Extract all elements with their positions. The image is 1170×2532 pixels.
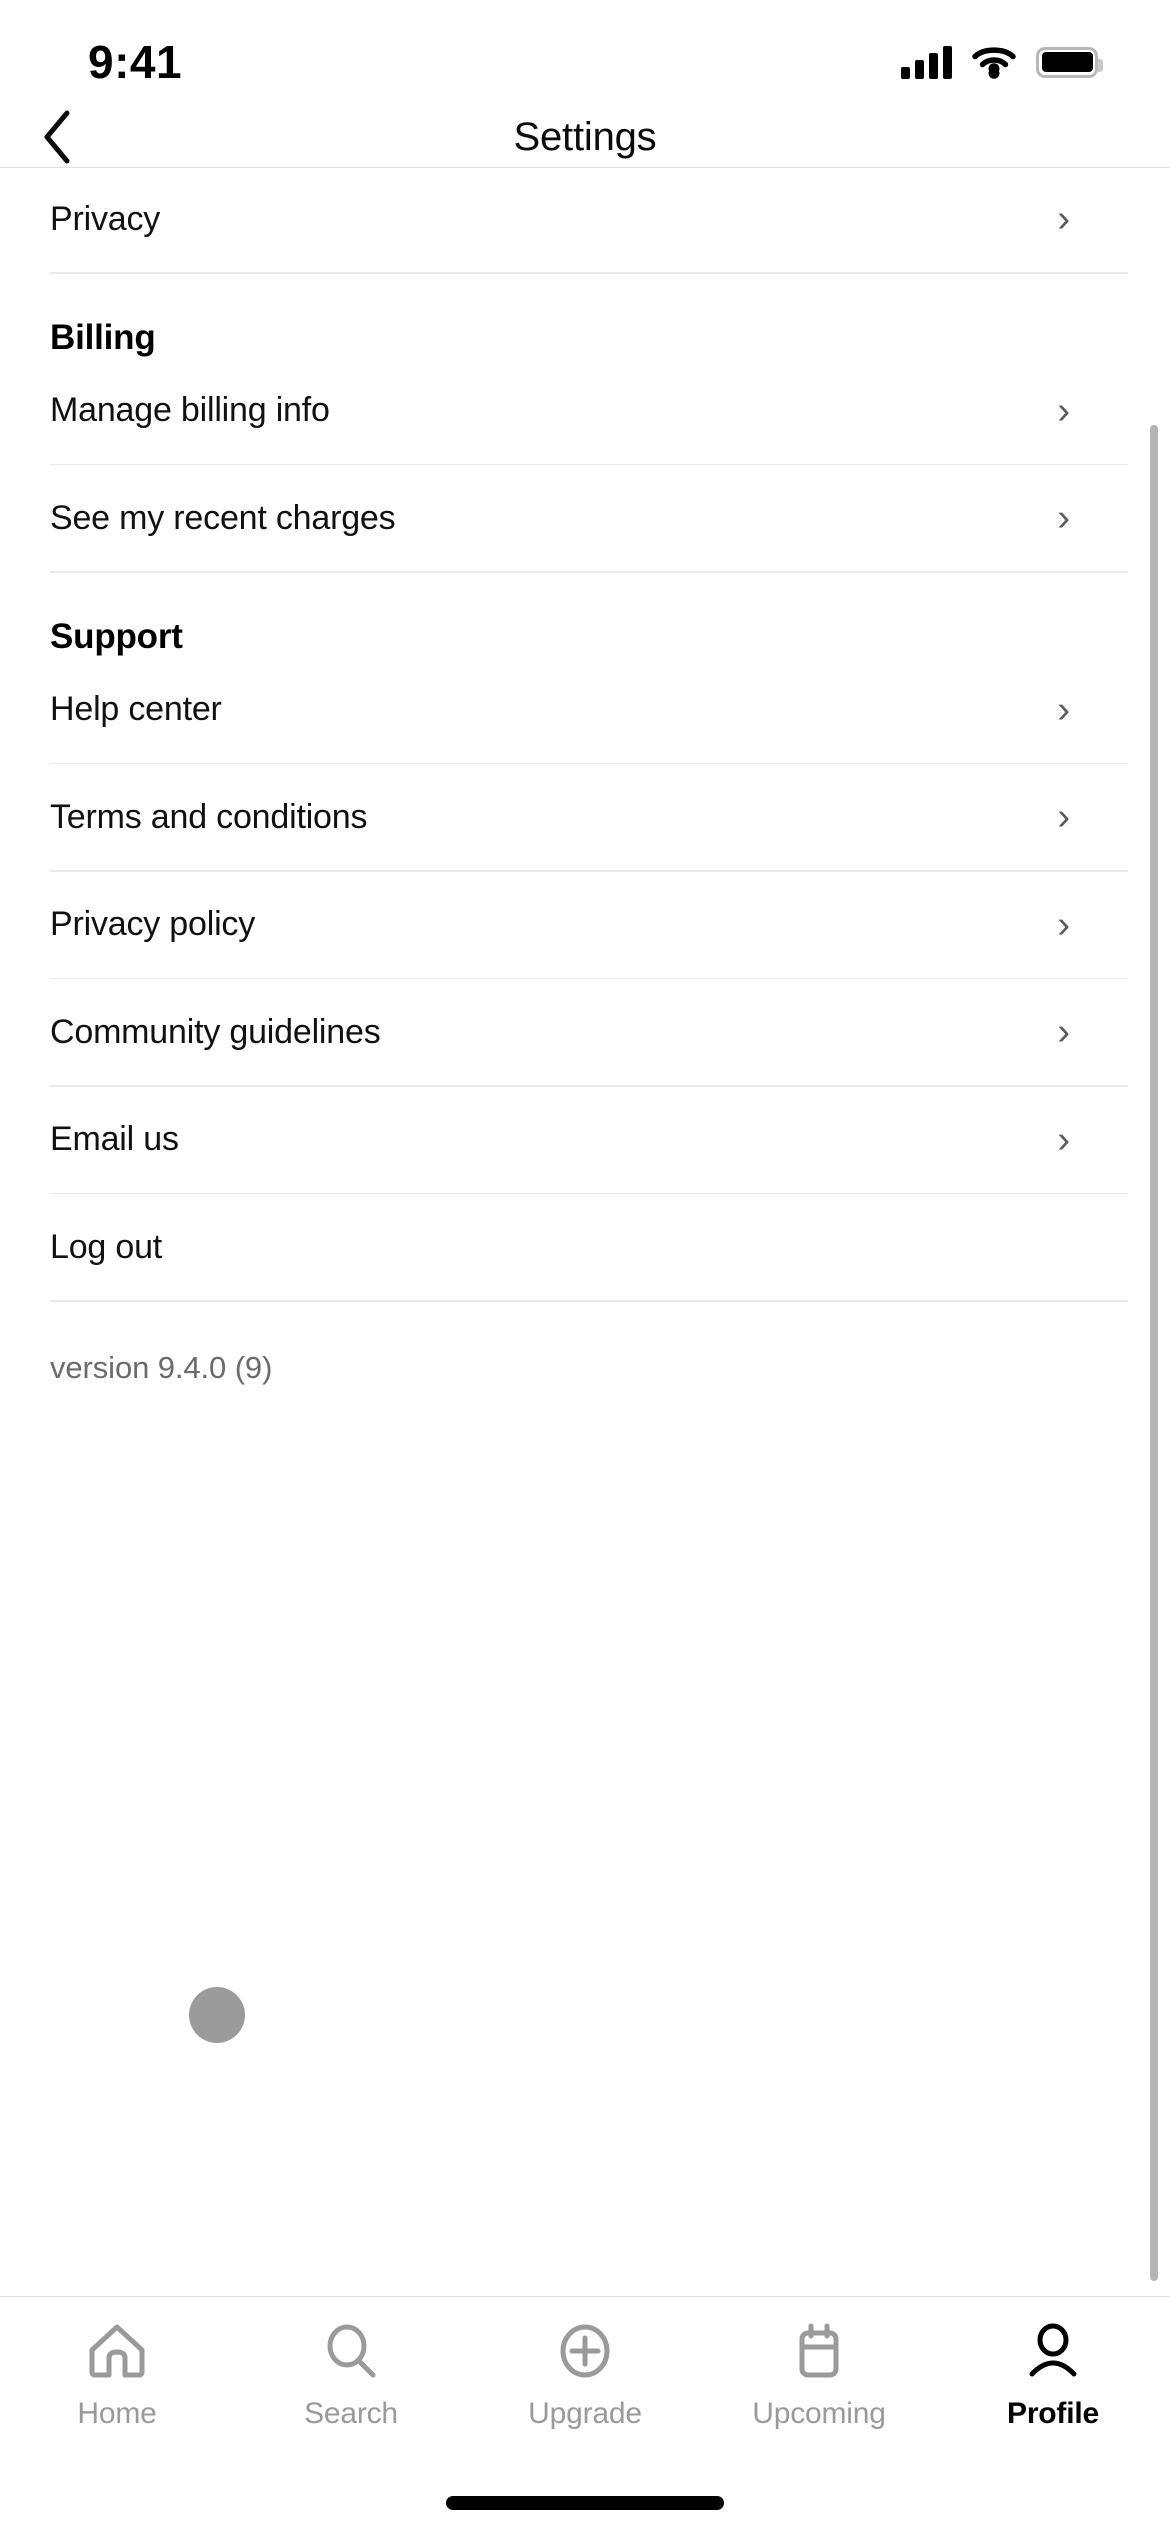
version-text: version 9.4.0 (9) <box>50 1349 273 1385</box>
tab-label: Home <box>77 2397 157 2430</box>
settings-row[interactable]: Privacy policy › <box>50 872 1128 978</box>
tab-label: Upgrade <box>528 2397 642 2430</box>
cellular-signal-icon <box>901 45 952 79</box>
battery-full-icon <box>1036 46 1103 78</box>
tab-profile[interactable]: Profile <box>936 2319 1170 2431</box>
settings-row-label: Email us <box>50 1120 179 1158</box>
home-icon <box>87 2319 147 2383</box>
settings-row[interactable]: See my recent charges › <box>50 465 1128 571</box>
tab-label: Profile <box>1007 2397 1099 2430</box>
settings-row[interactable]: Community guidelines › <box>50 979 1128 1085</box>
chevron-right-icon: › <box>1057 1118 1070 1161</box>
tab-label: Upcoming <box>752 2397 886 2430</box>
settings-row[interactable]: Log out <box>50 1194 1128 1300</box>
scrollbar[interactable] <box>1150 425 1158 2281</box>
chevron-right-icon: › <box>1057 688 1070 731</box>
status-bar-clock: 9:41 <box>88 36 183 88</box>
chevron-right-icon: › <box>1057 389 1070 432</box>
tab-search[interactable]: Search <box>234 2319 468 2431</box>
calendar-icon <box>789 2319 849 2383</box>
tab-home[interactable]: Home <box>0 2319 234 2431</box>
settings-row-label: Terms and conditions <box>50 797 368 836</box>
phone-screen: 9:41 Settings PreferencesPrivacy›Billing… <box>0 0 1170 2532</box>
settings-row-label: See my recent charges <box>50 498 396 537</box>
tap-indicator <box>189 1987 245 2043</box>
home-indicator <box>446 2496 724 2510</box>
settings-group: Manage billing info › See my recent charge… <box>0 358 1170 573</box>
settings-row[interactable]: Help center › <box>50 657 1128 763</box>
status-bar-indicators <box>901 45 1103 79</box>
tab-label: Search <box>304 2397 398 2430</box>
settings-row[interactable]: Privacy › <box>50 168 1128 272</box>
chevron-right-icon: › <box>1057 198 1070 240</box>
settings-row-label: Privacy <box>50 199 161 238</box>
settings-row[interactable]: Manage billing info › <box>50 358 1128 464</box>
section-heading: Billing <box>50 317 156 357</box>
status-bar: 9:41 <box>0 0 1170 110</box>
plus-circle-icon <box>555 2319 615 2383</box>
wifi-icon <box>972 47 1016 79</box>
settings-row-label: Community guidelines <box>50 1012 381 1051</box>
settings-row[interactable]: Email us › <box>50 1087 1128 1193</box>
settings-row[interactable]: Terms and conditions › <box>50 764 1128 870</box>
settings-group: Help center › Terms and conditions › Privacy… <box>0 657 1170 1302</box>
page-title: Settings <box>513 114 657 159</box>
settings-row-label: Manage billing info <box>50 391 330 429</box>
person-icon <box>1023 2319 1083 2383</box>
tab-upgrade[interactable]: Upgrade <box>468 2319 702 2431</box>
settings-scroll-area[interactable]: PreferencesPrivacy›BillingManage billing… <box>0 168 1170 2298</box>
chevron-right-icon: › <box>1057 796 1070 838</box>
settings-row-label: Log out <box>50 1227 163 1266</box>
section-heading: Support <box>50 616 183 656</box>
tab-upcoming[interactable]: Upcoming <box>702 2319 936 2431</box>
chevron-right-icon: › <box>1057 1011 1070 1053</box>
chevron-right-icon: › <box>1057 497 1070 539</box>
settings-row-label: Help center <box>50 690 222 728</box>
navigation-bar: Settings <box>0 110 1170 168</box>
search-icon <box>321 2319 381 2383</box>
chevron-right-icon: › <box>1057 903 1070 946</box>
settings-group: Privacy › <box>0 168 1170 274</box>
settings-row-label: Privacy policy <box>50 905 256 943</box>
